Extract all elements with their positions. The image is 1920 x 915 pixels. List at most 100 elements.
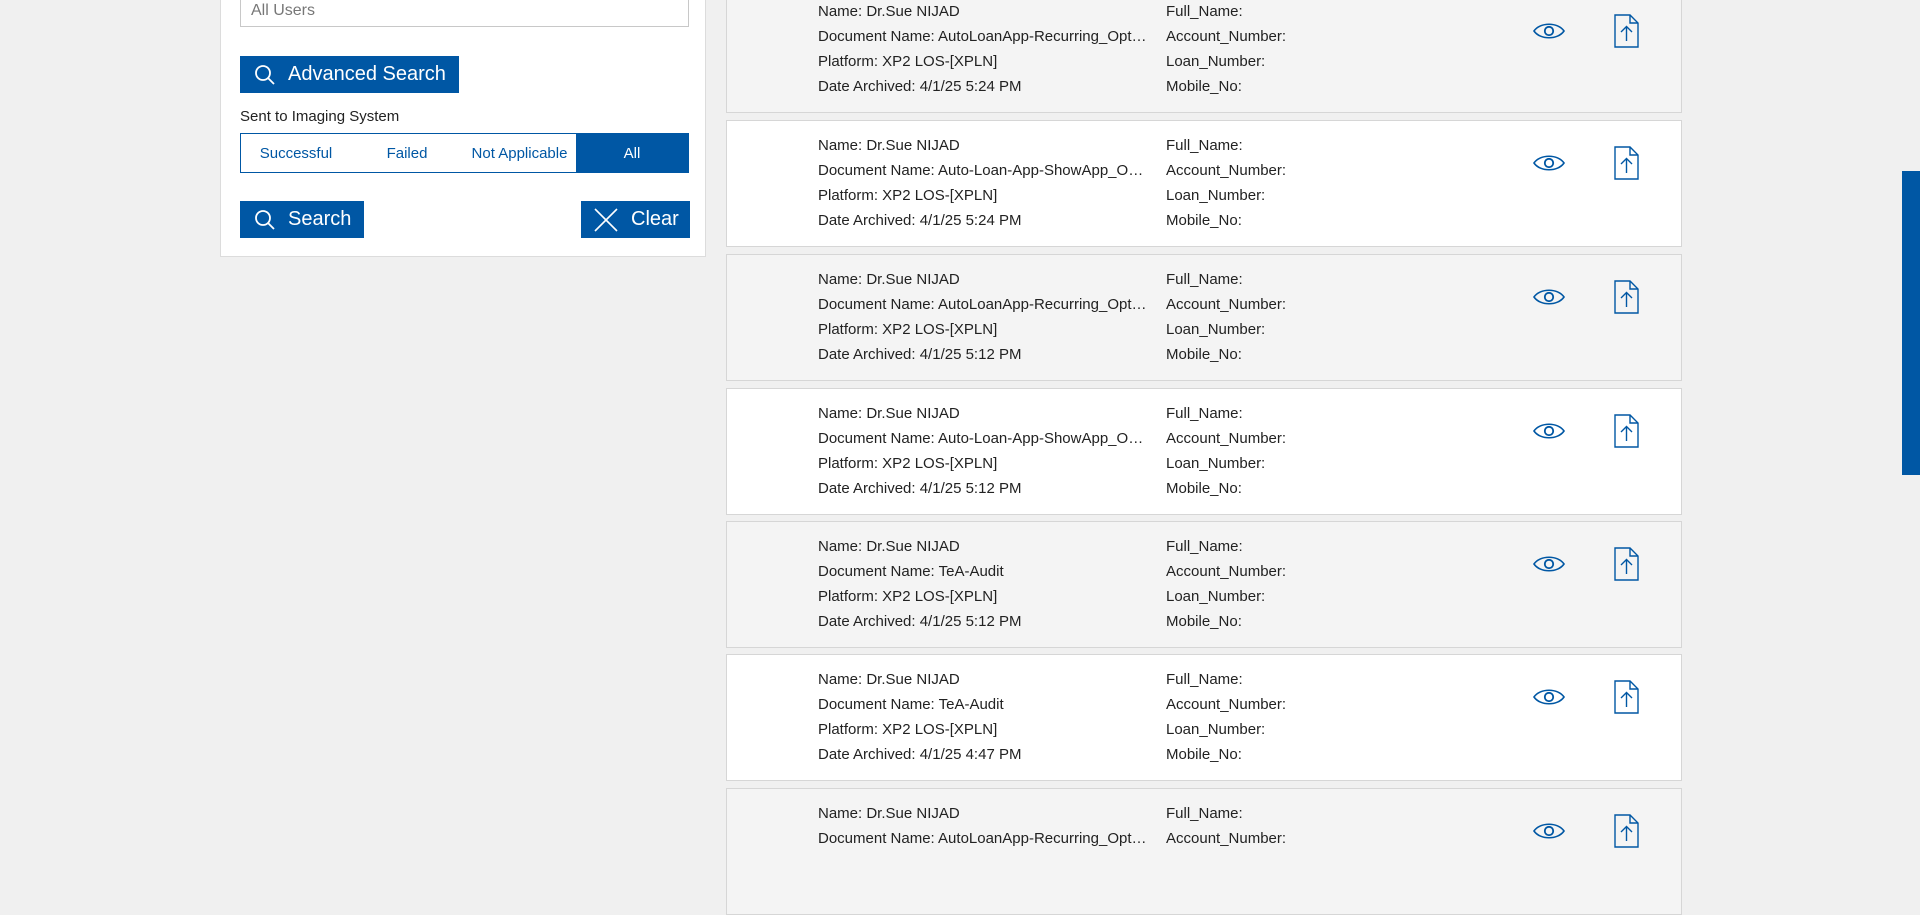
- result-fields: Full_Name: Account_Number: Loan_Number: Mob…: [1166, 267, 1366, 367]
- eye-icon[interactable]: [1529, 11, 1569, 51]
- result-date-archived: Date Archived: 4/1/25 4:47 PM: [818, 746, 1022, 763]
- result-platform: Platform: XP2 LOS-[XPLN]: [818, 321, 998, 338]
- result-platform: Platform: XP2 LOS-[XPLN]: [818, 187, 998, 204]
- eye-icon[interactable]: [1529, 411, 1569, 451]
- result-document-name: Document Name: AutoLoanApp-Recurring_Opt…: [818, 28, 1148, 45]
- imaging-option-failed[interactable]: Failed: [351, 134, 463, 172]
- imaging-option-not-applicable[interactable]: Not Applicable: [463, 134, 576, 172]
- result-mobile-no: Mobile_No:: [1166, 78, 1242, 95]
- result-fields: Full_Name: Account_Number:: [1166, 801, 1366, 901]
- file-upload-icon[interactable]: [1606, 11, 1646, 51]
- result-name: Name: Dr.Sue NIJAD: [818, 271, 960, 288]
- file-upload-icon[interactable]: [1606, 544, 1646, 584]
- eye-icon[interactable]: [1529, 677, 1569, 717]
- clear-button[interactable]: Clear: [581, 201, 690, 238]
- file-upload-icon[interactable]: [1606, 411, 1646, 451]
- result-row: Name: Dr.Sue NIJAD Document Name: TeA-Aud…: [726, 521, 1682, 648]
- imaging-system-label: Sent to Imaging System: [240, 108, 400, 125]
- result-full-name: Full_Name:: [1166, 671, 1243, 688]
- user-filter-input[interactable]: [240, 0, 689, 27]
- result-mobile-no: [1166, 876, 1366, 901]
- file-upload-icon[interactable]: [1606, 677, 1646, 717]
- result-mobile-no: Mobile_No:: [1166, 212, 1242, 229]
- search-button-label: Search: [288, 208, 352, 230]
- result-loan-number: [1166, 851, 1366, 876]
- result-date-archived: Date Archived: 4/1/25 5:12 PM: [818, 613, 1022, 630]
- result-name: Name: Dr.Sue NIJAD: [818, 805, 960, 822]
- clear-button-label: Clear: [631, 208, 679, 230]
- result-mobile-no: Mobile_No:: [1166, 346, 1242, 363]
- imaging-option-successful[interactable]: Successful: [241, 134, 351, 172]
- eye-icon[interactable]: [1529, 544, 1569, 584]
- search-button[interactable]: Search: [240, 201, 364, 238]
- file-upload-icon[interactable]: [1606, 811, 1646, 851]
- result-name: Name: Dr.Sue NIJAD: [818, 137, 960, 154]
- file-upload-icon[interactable]: [1606, 277, 1646, 317]
- result-full-name: Full_Name:: [1166, 271, 1243, 288]
- result-name: Name: Dr.Sue NIJAD: [818, 671, 960, 688]
- result-document-name: Document Name: TeA-Audit: [818, 563, 1004, 580]
- filter-panel: Advanced Search Sent to Imaging System S…: [220, 0, 706, 257]
- result-row: Name: Dr.Sue NIJAD Document Name: AutoLoa…: [726, 0, 1682, 113]
- result-date-archived: Date Archived: 4/1/25 5:12 PM: [818, 346, 1022, 363]
- result-row: Name: Dr.Sue NIJAD Document Name: Auto-Lo…: [726, 120, 1682, 247]
- result-platform: Platform: XP2 LOS-[XPLN]: [818, 721, 998, 738]
- result-platform: Platform: XP2 LOS-[XPLN]: [818, 455, 998, 472]
- result-document-name: Document Name: AutoLoanApp-Recurring_Opt…: [818, 296, 1148, 313]
- result-loan-number: Loan_Number:: [1166, 321, 1266, 338]
- advanced-search-button[interactable]: Advanced Search: [240, 56, 459, 93]
- result-fields: Full_Name: Account_Number: Loan_Number: Mob…: [1166, 133, 1366, 233]
- file-upload-icon[interactable]: [1606, 143, 1646, 183]
- result-full-name: Full_Name:: [1166, 405, 1243, 422]
- result-account-number: Account_Number:: [1166, 430, 1287, 447]
- result-details: Name: Dr.Sue NIJAD Document Name: TeA-Aud…: [818, 667, 1148, 767]
- close-icon: [593, 207, 619, 233]
- result-account-number: Account_Number:: [1166, 830, 1287, 847]
- result-row: Name: Dr.Sue NIJAD Document Name: Auto-Lo…: [726, 388, 1682, 515]
- result-fields: Full_Name: Account_Number: Loan_Number: Mob…: [1166, 0, 1366, 99]
- result-name: Name: Dr.Sue NIJAD: [818, 3, 960, 20]
- scrollbar-thumb[interactable]: [1902, 171, 1920, 475]
- result-account-number: Account_Number:: [1166, 28, 1287, 45]
- result-mobile-no: Mobile_No:: [1166, 613, 1242, 630]
- result-platform: Platform: XP2 LOS-[XPLN]: [818, 53, 998, 70]
- search-icon: [254, 64, 276, 86]
- result-row: Name: Dr.Sue NIJAD Document Name: AutoLoa…: [726, 788, 1682, 915]
- result-details: Name: Dr.Sue NIJAD Document Name: AutoLoa…: [818, 0, 1148, 99]
- result-account-number: Account_Number:: [1166, 563, 1287, 580]
- result-loan-number: Loan_Number:: [1166, 187, 1266, 204]
- result-account-number: Account_Number:: [1166, 162, 1287, 179]
- result-row: Name: Dr.Sue NIJAD Document Name: AutoLoa…: [726, 254, 1682, 381]
- eye-icon[interactable]: [1529, 143, 1569, 183]
- eye-icon[interactable]: [1529, 811, 1569, 851]
- result-fields: Full_Name: Account_Number: Loan_Number: Mob…: [1166, 401, 1366, 501]
- search-icon: [254, 209, 276, 231]
- result-mobile-no: Mobile_No:: [1166, 746, 1242, 763]
- result-full-name: Full_Name:: [1166, 3, 1243, 20]
- result-document-name: Document Name: AutoLoanApp-Recurring_Opt…: [818, 830, 1148, 847]
- result-full-name: Full_Name:: [1166, 805, 1243, 822]
- result-loan-number: Loan_Number:: [1166, 455, 1266, 472]
- result-account-number: Account_Number:: [1166, 696, 1287, 713]
- result-date-archived: Date Archived: 4/1/25 5:12 PM: [818, 480, 1022, 497]
- result-details: Name: Dr.Sue NIJAD Document Name: TeA-Aud…: [818, 534, 1148, 634]
- result-loan-number: Loan_Number:: [1166, 53, 1266, 70]
- result-fields: Full_Name: Account_Number: Loan_Number: Mob…: [1166, 667, 1366, 767]
- result-details: Name: Dr.Sue NIJAD Document Name: AutoLoa…: [818, 267, 1148, 367]
- imaging-option-all[interactable]: All: [576, 134, 688, 172]
- result-full-name: Full_Name:: [1166, 137, 1243, 154]
- result-date-archived: [818, 876, 1148, 901]
- result-details: Name: Dr.Sue NIJAD Document Name: Auto-Lo…: [818, 401, 1148, 501]
- result-platform: [818, 851, 1148, 876]
- result-document-name: Document Name: TeA-Audit: [818, 696, 1004, 713]
- result-details: Name: Dr.Sue NIJAD Document Name: AutoLoa…: [818, 801, 1148, 901]
- result-document-name: Document Name: Auto-Loan-App-ShowApp_Opt…: [818, 162, 1148, 179]
- result-fields: Full_Name: Account_Number: Loan_Number: Mob…: [1166, 534, 1366, 634]
- eye-icon[interactable]: [1529, 277, 1569, 317]
- result-date-archived: Date Archived: 4/1/25 5:24 PM: [818, 78, 1022, 95]
- result-name: Name: Dr.Sue NIJAD: [818, 405, 960, 422]
- result-platform: Platform: XP2 LOS-[XPLN]: [818, 588, 998, 605]
- result-mobile-no: Mobile_No:: [1166, 480, 1242, 497]
- result-account-number: Account_Number:: [1166, 296, 1287, 313]
- imaging-status-toggle: Successful Failed Not Applicable All: [240, 133, 689, 173]
